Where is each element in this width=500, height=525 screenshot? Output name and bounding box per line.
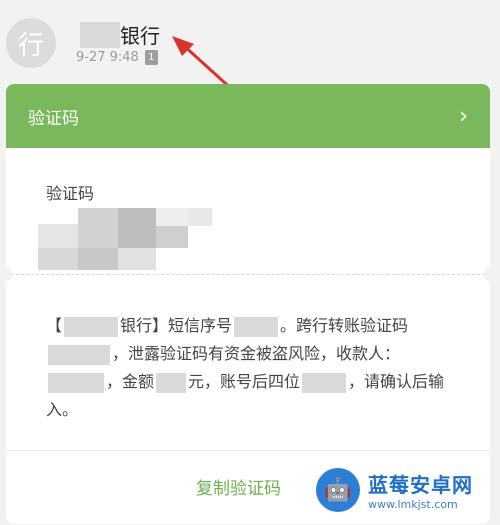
code-label: 验证码 bbox=[46, 184, 95, 203]
chevron-right-icon: › bbox=[459, 103, 468, 129]
message-time: 9-27 9:48 bbox=[76, 50, 139, 65]
redacted-code-inline bbox=[48, 344, 110, 365]
message-text: 银行】短信序号 bbox=[120, 316, 233, 335]
message-body: 【 银行】短信序号 。跨行转账验证码 ，泄露验证码有资金被盗风险，收款人： ，金额 元，… bbox=[46, 312, 456, 424]
message-meta: 9-27 9:48 1 bbox=[76, 50, 158, 65]
message-text: 【 bbox=[46, 316, 63, 335]
mosaic-cell bbox=[156, 208, 188, 226]
redacted-serial bbox=[234, 316, 279, 337]
message-text: 。跨行转账验证码 bbox=[280, 316, 409, 335]
mosaic-cell bbox=[38, 248, 78, 270]
footer-divider bbox=[6, 450, 490, 451]
sender-row: 银行 bbox=[80, 20, 160, 49]
mosaic-cell bbox=[188, 208, 212, 226]
message-text: ，金额 bbox=[106, 372, 155, 391]
mosaic-cell bbox=[78, 208, 118, 248]
card-header[interactable]: 验证码 › bbox=[6, 84, 490, 148]
card-title: 验证码 bbox=[28, 108, 79, 129]
watermark-title: 蓝莓安卓网 bbox=[368, 473, 473, 497]
mosaic-cell bbox=[118, 248, 156, 270]
redacted-sender bbox=[80, 21, 120, 48]
sim-badge: 1 bbox=[144, 50, 158, 65]
redacted-bank bbox=[64, 316, 119, 337]
sender-avatar: 行 bbox=[6, 18, 56, 68]
redacted-payee bbox=[48, 372, 104, 393]
robot-logo-icon: 🤖 bbox=[316, 468, 360, 512]
watermark: 🤖 蓝莓安卓网 www.lmkjst.com bbox=[316, 468, 473, 512]
copy-code-button[interactable]: 复制验证码 bbox=[196, 474, 281, 499]
sender-name: 银行 bbox=[120, 24, 160, 48]
message-text: ，泄露验证码有资金被盗风险，收款人： bbox=[112, 344, 401, 363]
watermark-url: www.lmkjst.com bbox=[368, 498, 458, 511]
mosaic-cell bbox=[78, 248, 118, 270]
redacted-amount bbox=[156, 372, 187, 393]
mosaic-cell bbox=[38, 224, 78, 248]
verification-card: 验证码 › 验证码 【 银行】短信序号 。跨行转账验证码 ，泄露验证码有资金被盗风险… bbox=[6, 84, 490, 524]
mosaic-cell bbox=[156, 226, 188, 248]
mosaic-cell bbox=[118, 208, 156, 248]
message-text: 元，账号后四位 bbox=[188, 372, 301, 391]
dashed-divider bbox=[6, 274, 490, 275]
redacted-account bbox=[302, 372, 347, 393]
avatar-text: 行 bbox=[17, 30, 44, 61]
watermark-text: 蓝莓安卓网 www.lmkjst.com bbox=[368, 469, 473, 511]
